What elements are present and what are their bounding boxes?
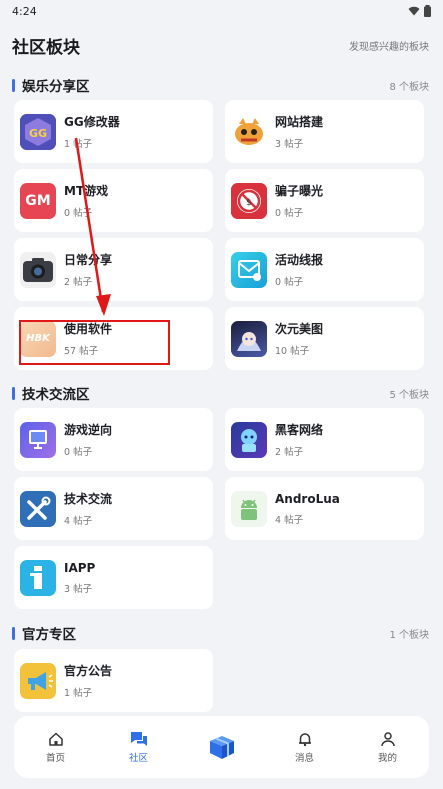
annotation-highlight-box: [19, 320, 170, 365]
hacker-icon: [231, 421, 267, 458]
board-card-tech[interactable]: 技术交流 4 帖子: [14, 477, 213, 540]
wifi-icon: [408, 6, 420, 16]
gg-icon: GG: [20, 113, 56, 150]
board-card-announcement[interactable]: 官方公告 1 帖子: [14, 649, 213, 712]
board-name: 技术交流: [64, 492, 113, 506]
board-post-count: 2 帖子: [275, 447, 304, 458]
activity-icon: [231, 251, 267, 288]
nav-label: 首页: [45, 752, 65, 764]
board-name: 活动线报: [275, 253, 324, 267]
bottom-nav: 首页 社区 消息 我的: [14, 716, 429, 778]
board-card-hacker[interactable]: 黑客网络 2 帖子: [225, 408, 424, 471]
section-title: 技术交流区: [22, 387, 90, 403]
board-card-daily[interactable]: 日常分享 2 帖子: [14, 238, 213, 301]
nav-label: 我的: [377, 752, 397, 764]
board-name: 官方公告: [64, 664, 113, 678]
board-post-count: 0 帖子: [275, 277, 304, 288]
board-card-anime[interactable]: 次元美图 10 帖子: [225, 307, 424, 370]
section-title: 官方专区: [22, 627, 76, 643]
section-header-entertainment: 娱乐分享区 8 个板块: [12, 75, 429, 95]
nav-label: 社区: [128, 752, 148, 764]
nav-item-messages[interactable]: 消息: [275, 731, 335, 764]
status-time: 4:24: [12, 4, 37, 18]
board-name: 日常分享: [64, 253, 113, 267]
board-post-count: 2 帖子: [64, 277, 93, 288]
board-card-iapp[interactable]: IAPP 3 帖子: [14, 546, 213, 609]
board-post-count: 0 帖子: [64, 208, 93, 219]
board-name: GG修改器: [64, 115, 120, 129]
board-post-count: 3 帖子: [64, 583, 93, 595]
section-accent-bar: [12, 386, 15, 400]
nav-label: 消息: [294, 752, 314, 764]
status-bar: 4:24: [0, 0, 443, 22]
board-name: IAPP: [64, 560, 96, 575]
board-name: 骗子曝光: [275, 184, 324, 198]
board-card-activity[interactable]: 活动线报 0 帖子: [225, 238, 424, 301]
board-post-count: 4 帖子: [64, 516, 93, 527]
iapp-icon: [20, 559, 56, 596]
board-name: MT游戏: [64, 184, 109, 198]
reverse-icon: [20, 421, 56, 458]
battery-icon: [424, 5, 431, 17]
svg-text:GG: GG: [29, 127, 47, 140]
section-accent-bar: [12, 78, 15, 92]
camera-icon: [20, 251, 56, 288]
board-post-count: 1 帖子: [64, 139, 93, 150]
nav-item-home[interactable]: 首页: [26, 731, 86, 764]
board-card-scam[interactable]: $ 骗子曝光 0 帖子: [225, 169, 424, 232]
section-accent-bar: [12, 626, 15, 640]
user-icon: [380, 731, 395, 746]
board-post-count: 0 帖子: [64, 447, 93, 458]
board-card-reverse[interactable]: 游戏逆向 0 帖子: [14, 408, 213, 471]
board-name: AndroLua: [275, 491, 340, 506]
gm-icon: GM: [20, 182, 56, 219]
section-count: 5 个板块: [389, 389, 429, 401]
status-icons: [408, 5, 431, 17]
section-header-tech: 技术交流区 5 个板块: [12, 383, 429, 403]
board-post-count: 1 帖子: [64, 688, 93, 699]
chat-icon: [130, 731, 147, 746]
svg-text:$: $: [246, 198, 252, 208]
discover-link[interactable]: 发现感兴趣的板块: [349, 38, 429, 53]
board-card-androlua[interactable]: AndroLua 4 帖子: [225, 477, 424, 540]
tools-icon: [20, 490, 56, 527]
scam-icon: $: [231, 182, 267, 219]
website-icon: [231, 113, 267, 150]
gm-icon-text: GM: [25, 192, 51, 209]
bell-icon: [298, 732, 311, 746]
section-title: 娱乐分享区: [22, 79, 90, 95]
nav-item-gift[interactable]: [192, 731, 252, 764]
anime-icon: [231, 320, 267, 357]
board-name: 黑客网络: [275, 423, 324, 437]
board-post-count: 4 帖子: [275, 514, 304, 526]
header: 社区板块 发现感兴趣的板块: [12, 32, 429, 58]
megaphone-icon: [20, 662, 56, 699]
board-post-count: 10 帖子: [275, 346, 310, 357]
section-count: 1 个板块: [389, 629, 429, 641]
board-post-count: 3 帖子: [275, 139, 304, 150]
board-post-count: 0 帖子: [275, 208, 304, 219]
section-header-official: 官方专区 1 个板块: [12, 623, 429, 643]
board-card-website[interactable]: 网站搭建 3 帖子: [225, 100, 424, 163]
android-icon: [231, 490, 267, 527]
board-card-gg[interactable]: GG GG修改器 1 帖子: [14, 100, 213, 163]
gift-icon: [209, 735, 234, 759]
nav-item-community[interactable]: 社区: [109, 731, 169, 764]
board-card-mt[interactable]: GM MT游戏 0 帖子: [14, 169, 213, 232]
section-count: 8 个板块: [389, 81, 429, 93]
board-name: 次元美图: [275, 322, 324, 336]
nav-item-profile[interactable]: 我的: [358, 731, 418, 764]
board-name: 游戏逆向: [64, 423, 113, 437]
home-icon: [48, 732, 63, 746]
board-name: 网站搭建: [275, 115, 324, 129]
page-title: 社区板块: [12, 37, 80, 58]
